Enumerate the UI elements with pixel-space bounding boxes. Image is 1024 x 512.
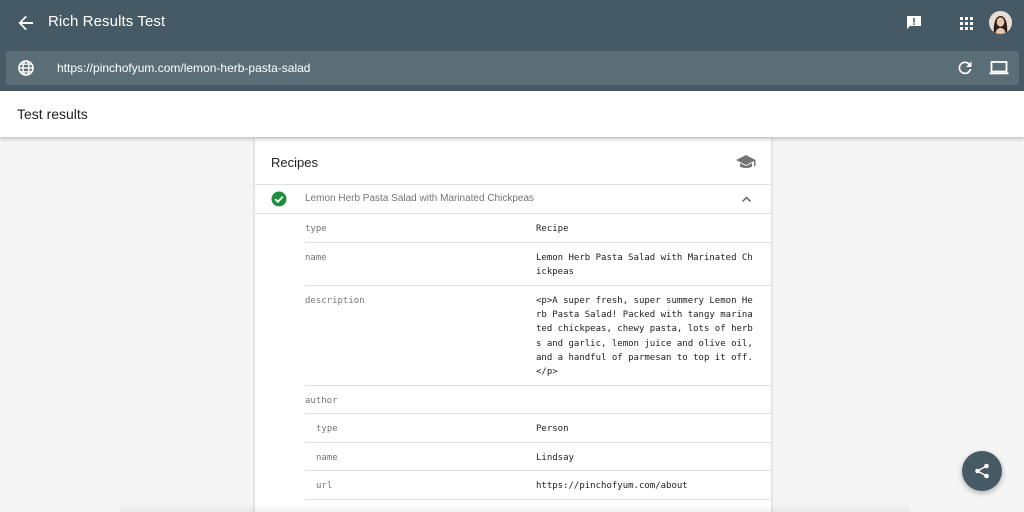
globe-icon bbox=[18, 60, 34, 76]
url-input[interactable]: https://pinchofyum.com/lemon-herb-pasta-… bbox=[57, 61, 310, 75]
property-value: https://pinchofyum.com/about bbox=[536, 481, 688, 491]
property-value: Lindsay bbox=[536, 453, 574, 463]
property-row: name Lindsay bbox=[305, 443, 771, 471]
property-row: author bbox=[305, 386, 771, 414]
arrow-back-icon bbox=[18, 15, 33, 31]
user-avatar[interactable] bbox=[989, 11, 1012, 34]
recipes-card: Recipes Lemon Herb Pasta Salad with Mari… bbox=[254, 138, 772, 512]
property-key: url bbox=[316, 481, 333, 491]
apps-grid-icon bbox=[959, 16, 973, 30]
property-row: description <p>A super fresh, super summ… bbox=[305, 286, 771, 386]
card-title: Recipes bbox=[271, 155, 318, 170]
share-button[interactable] bbox=[962, 451, 1002, 491]
property-key: name bbox=[305, 253, 327, 263]
property-key: description bbox=[305, 296, 365, 306]
chevron-up-icon[interactable] bbox=[741, 194, 752, 205]
property-row: type Recipe bbox=[305, 214, 771, 243]
app-bar: Rich Results Test https://pinchofyum.com… bbox=[0, 0, 1024, 91]
property-key: name bbox=[316, 453, 338, 463]
share-icon bbox=[975, 463, 989, 479]
property-key: author bbox=[305, 396, 338, 406]
recipe-item-label: Lemon Herb Pasta Salad with Marinated Ch… bbox=[305, 193, 535, 204]
property-row: name Lemon Herb Pasta Salad with Marinat… bbox=[305, 243, 771, 286]
property-value: Lemon Herb Pasta Salad with Marinated Ch… bbox=[536, 253, 753, 278]
scroll-shadow bbox=[120, 504, 910, 512]
property-value: Recipe bbox=[536, 224, 569, 234]
desktop-icon[interactable] bbox=[989, 59, 1009, 77]
school-cap-icon[interactable] bbox=[736, 153, 756, 171]
results-header: Test results bbox=[0, 91, 1024, 137]
apps-button[interactable] bbox=[954, 11, 978, 35]
check-circle-icon bbox=[271, 191, 287, 207]
feedback-icon bbox=[907, 16, 921, 29]
feedback-button[interactable] bbox=[902, 11, 926, 35]
refresh-icon[interactable] bbox=[956, 59, 974, 77]
url-bar: https://pinchofyum.com/lemon-herb-pasta-… bbox=[6, 51, 1019, 85]
property-value: <p>A super fresh, super summery Lemon He… bbox=[536, 296, 753, 378]
property-key: type bbox=[305, 224, 327, 234]
app-title: Rich Results Test bbox=[48, 13, 166, 30]
property-value: Person bbox=[536, 424, 569, 434]
avatar-image bbox=[989, 11, 1012, 34]
property-row: type Person bbox=[305, 414, 771, 443]
property-row: url https://pinchofyum.com/about bbox=[305, 471, 771, 500]
property-key: type bbox=[316, 424, 338, 434]
recipe-item-header[interactable]: Lemon Herb Pasta Salad with Marinated Ch… bbox=[255, 185, 771, 213]
results-title: Test results bbox=[17, 106, 88, 122]
property-table: type Recipe name Lemon Herb Pasta Salad … bbox=[305, 214, 771, 500]
back-button[interactable] bbox=[14, 11, 38, 35]
